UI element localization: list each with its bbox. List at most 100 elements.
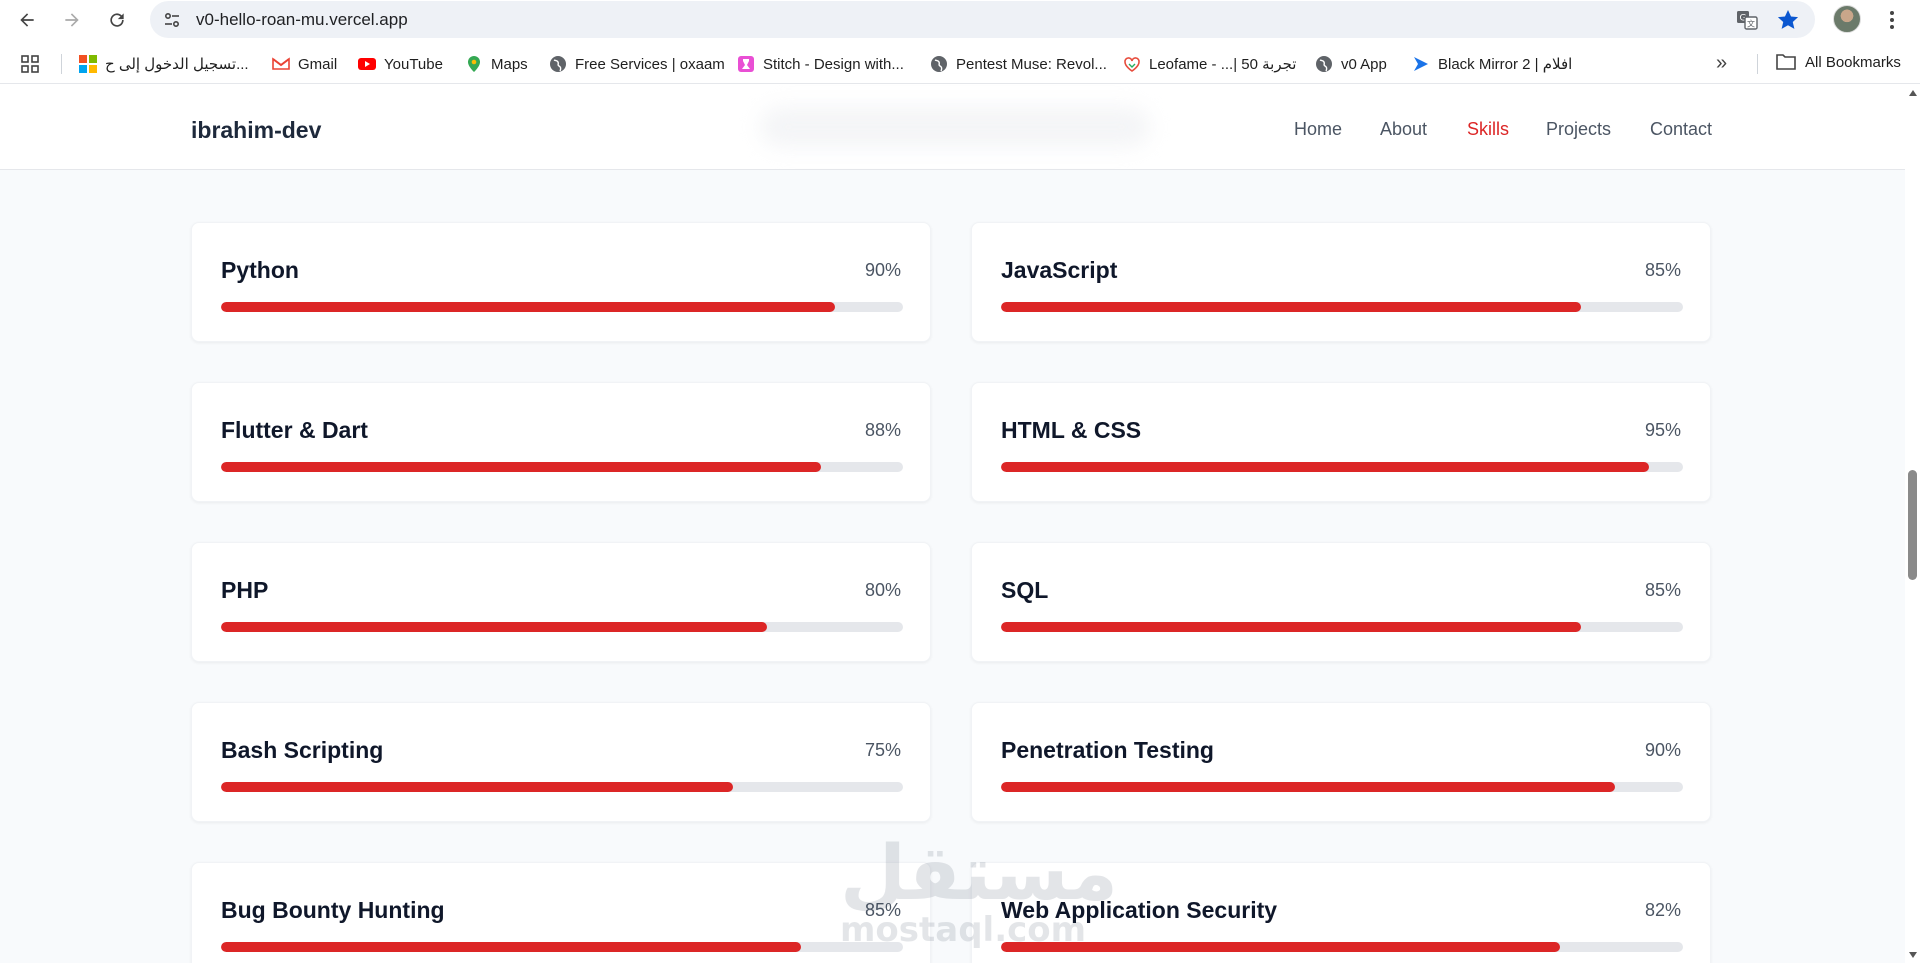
bookmark-item[interactable]: Stitch - Design with...: [737, 53, 904, 75]
bookmark-label: Free Services | oxaam: [575, 55, 725, 73]
browser-toolbar: v0-hello-roan-mu.vercel.app G 文: [0, 0, 1920, 40]
all-bookmarks-button[interactable]: All Bookmarks: [1776, 53, 1901, 71]
arrow-icon: [1414, 57, 1428, 71]
skill-progress-track: [1001, 302, 1683, 312]
skill-percent: 95%: [1644, 420, 1681, 440]
apps-grid-icon[interactable]: [20, 54, 40, 74]
skill-progress-track: [1001, 622, 1683, 632]
globe-icon: [550, 56, 566, 72]
skill-percent: 90%: [864, 260, 901, 280]
bookmarks-bar: تسجيل الدخول إلى ح... Gmail YouTube Maps…: [0, 44, 1920, 84]
url-text[interactable]: v0-hello-roan-mu.vercel.app: [196, 10, 408, 30]
bookmark-label: YouTube: [384, 55, 443, 73]
skill-progress-track: [221, 462, 903, 472]
gmail-icon: [272, 57, 290, 70]
bookmark-label: تسجيل الدخول إلى ح...: [105, 56, 249, 73]
nav-link-about[interactable]: About: [1380, 119, 1427, 140]
skill-name: Bash Scripting: [221, 737, 384, 763]
site-logo[interactable]: ibrahim-dev: [191, 117, 321, 144]
skill-card: JavaScript 85%: [971, 222, 1711, 342]
scroll-up-arrow-icon[interactable]: [1909, 90, 1917, 96]
skill-progress-track: [1001, 462, 1683, 472]
maps-icon: [468, 56, 480, 72]
skill-name: Web Application Security: [1001, 897, 1278, 923]
nav-link-projects[interactable]: Projects: [1546, 119, 1611, 140]
bookmark-label: Leofame - ...| تجربة 50: [1149, 56, 1297, 73]
nav-link-skills[interactable]: Skills: [1467, 119, 1509, 140]
skill-percent: 85%: [1644, 580, 1681, 600]
bookmark-label: v0 App: [1341, 55, 1387, 73]
page-viewport: ibrahim-dev Home About Skills Projects C…: [0, 85, 1905, 963]
bookmark-item[interactable]: Maps: [465, 53, 528, 75]
skill-percent: 85%: [864, 900, 901, 920]
skill-progress-fill: [221, 302, 835, 312]
skill-name: PHP: [221, 577, 269, 603]
skill-card: PHP 80%: [191, 542, 931, 662]
skill-name: JavaScript: [1001, 257, 1118, 283]
bookmark-item[interactable]: تسجيل الدخول إلى ح...: [79, 53, 249, 75]
skill-progress-fill: [221, 942, 801, 952]
skill-percent: 85%: [1644, 260, 1681, 280]
skill-progress-fill: [1001, 782, 1615, 792]
bookmark-label: Pentest Muse: Revol...: [956, 55, 1107, 73]
scroll-down-arrow-icon[interactable]: [1909, 952, 1917, 958]
blurred-decoration: [760, 107, 1150, 147]
nav-link-contact[interactable]: Contact: [1650, 119, 1712, 140]
skill-name: SQL: [1001, 577, 1049, 603]
stitch-icon: [738, 56, 754, 72]
skill-card: Bash Scripting 75%: [191, 702, 931, 822]
svg-text:文: 文: [1747, 19, 1755, 29]
skill-percent: 80%: [864, 580, 901, 600]
skill-name: Penetration Testing: [1001, 737, 1214, 763]
bookmarks-overflow-button[interactable]: »: [1716, 52, 1727, 75]
address-bar[interactable]: v0-hello-roan-mu.vercel.app G 文: [150, 1, 1815, 38]
site-header: ibrahim-dev Home About Skills Projects C…: [0, 85, 1905, 170]
back-button[interactable]: [11, 4, 43, 36]
skill-progress-fill: [1001, 622, 1581, 632]
bookmark-separator: [61, 54, 62, 74]
skill-percent: 90%: [1644, 740, 1681, 760]
bookmark-label: Maps: [491, 55, 528, 73]
site-settings-icon[interactable]: [162, 10, 182, 30]
bookmark-label: Stitch - Design with...: [763, 55, 904, 73]
bookmark-item[interactable]: Gmail: [272, 53, 337, 75]
skill-card: Bug Bounty Hunting 85%: [191, 862, 931, 963]
reload-icon: [110, 13, 124, 27]
skill-percent: 88%: [864, 420, 901, 440]
skill-progress-track: [221, 942, 903, 952]
skill-progress-fill: [221, 622, 767, 632]
bookmark-item[interactable]: Pentest Muse: Revol...: [930, 53, 1107, 75]
scrollbar-thumb[interactable]: [1908, 470, 1917, 580]
arrow-right-icon: [65, 13, 79, 27]
translate-icon[interactable]: G 文: [1735, 8, 1759, 32]
skill-card: Penetration Testing 90%: [971, 702, 1711, 822]
profile-avatar[interactable]: [1833, 5, 1861, 33]
skill-name: Flutter & Dart: [221, 417, 368, 443]
bookmark-item[interactable]: Leofame - ...| تجربة 50: [1123, 53, 1297, 75]
skill-progress-fill: [1001, 302, 1581, 312]
reload-button[interactable]: [101, 4, 133, 36]
folder-icon: [1776, 54, 1796, 70]
bookmark-label: Gmail: [298, 55, 338, 73]
leofame-icon: [1124, 57, 1140, 72]
skill-progress-track: [221, 782, 903, 792]
arrow-left-icon: [20, 13, 34, 27]
bookmark-item[interactable]: Free Services | oxaam: [549, 53, 725, 75]
bookmark-item[interactable]: Black Mirror 2 | افلام: [1412, 53, 1572, 75]
skill-progress-fill: [221, 462, 822, 472]
nav-link-home[interactable]: Home: [1294, 119, 1342, 140]
browser-menu-button[interactable]: [1880, 4, 1904, 36]
bookmark-item[interactable]: v0 App: [1315, 53, 1387, 75]
skill-name: HTML & CSS: [1001, 417, 1142, 443]
skill-card: HTML & CSS 95%: [971, 382, 1711, 502]
skill-progress-track: [221, 622, 903, 632]
skill-card: Flutter & Dart 88%: [191, 382, 931, 502]
forward-button[interactable]: [56, 4, 88, 36]
bookmark-star-icon[interactable]: [1775, 7, 1801, 33]
skill-card: SQL 85%: [971, 542, 1711, 662]
bookmark-item[interactable]: YouTube: [358, 53, 443, 75]
page-scrollbar[interactable]: [1905, 85, 1920, 963]
skill-name: Python: [221, 257, 299, 283]
skill-card: Python 90%: [191, 222, 931, 342]
bookmark-separator: [1757, 54, 1758, 74]
